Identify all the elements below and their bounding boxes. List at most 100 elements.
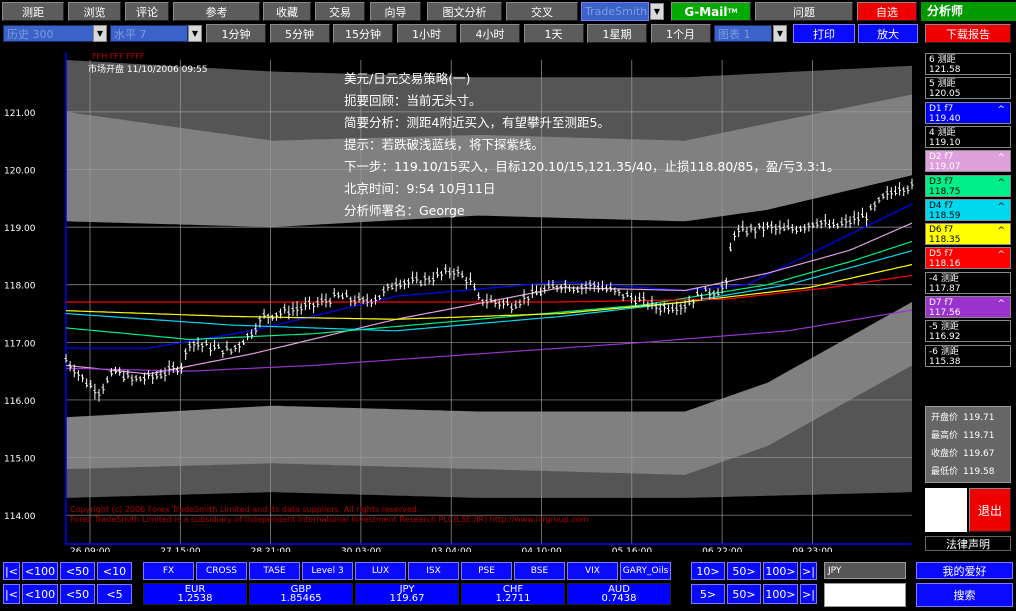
zoom-button[interactable]: 放大 <box>858 24 918 43</box>
level-value: 117.56 <box>929 308 961 318</box>
chevron-down-icon[interactable]: ▼ <box>188 25 202 42</box>
nav-button[interactable]: 10> <box>691 562 725 580</box>
quote-value: 1.85465 <box>280 593 322 604</box>
symbol-field[interactable]: JPY <box>824 562 906 579</box>
quote-cell[interactable]: CHF 1.2711 <box>461 583 565 605</box>
caret-up-icon: ^ <box>997 104 1005 115</box>
level-name: D3 f7 <box>929 176 954 187</box>
strategy-annotation: 分析师署名：George <box>344 203 465 218</box>
questions-button[interactable]: 问题 <box>755 2 853 21</box>
nav-button[interactable]: |< <box>3 584 20 604</box>
exit-button[interactable]: 退出 <box>969 488 1011 532</box>
nav-button[interactable]: 5> <box>691 584 725 604</box>
toolbar-button[interactable]: 参考 <box>173 2 260 21</box>
level-name: D2 f7 <box>929 152 954 163</box>
toolbar-button[interactable]: 收藏 <box>263 2 311 21</box>
nav-button[interactable]: <10 <box>97 562 132 580</box>
level-select[interactable]: 水平 7 <box>110 25 188 42</box>
nav-button[interactable]: <50 <box>60 584 95 604</box>
chevron-down-icon[interactable]: ▼ <box>650 3 664 20</box>
timeframe-button[interactable]: 1小时 <box>396 24 457 43</box>
level-box: 6 测距 121.58 <box>925 53 1011 75</box>
custom-button[interactable]: 自选 <box>857 2 917 21</box>
level-name: D1 f7 <box>929 103 954 114</box>
timeframe-button[interactable]: 1天 <box>523 24 584 43</box>
toolbar-button[interactable]: 测距 <box>2 2 64 21</box>
nav-button[interactable]: >| <box>800 562 817 580</box>
level-box: D5 f7 118.16 ^ <box>925 247 1011 270</box>
price-info-value: 119.58 <box>963 467 995 477</box>
timeframe-button[interactable]: 15分钟 <box>333 24 393 43</box>
gmail-button[interactable]: G-Mail TM <box>671 2 751 21</box>
level-value: 115.38 <box>929 356 961 367</box>
market-tab[interactable]: FX <box>143 562 194 580</box>
market-tab[interactable]: VIX <box>567 562 618 580</box>
nav-button[interactable]: <100 <box>22 584 58 604</box>
level-name: 4 测距 <box>929 127 956 138</box>
y-tick-label: 117.00 <box>4 339 36 349</box>
toolbar-button[interactable]: 交易 <box>315 2 365 21</box>
level-value: 118.16 <box>929 259 961 270</box>
timeframe-button[interactable]: 5分钟 <box>269 24 330 43</box>
market-tab[interactable]: LUX <box>355 562 406 580</box>
toolbar-button[interactable]: 评论 <box>125 2 169 21</box>
x-tick-label: 05 16:00 <box>612 547 653 552</box>
toolbar-button[interactable]: 向导 <box>370 2 421 21</box>
timeframe-button[interactable]: 1个月 <box>650 24 711 43</box>
nav-button[interactable]: 100> <box>763 562 798 580</box>
level-box: D7 f7 117.56 ^ <box>925 296 1011 318</box>
chevron-down-icon[interactable]: ▼ <box>773 25 787 42</box>
price-info-row: 最低价 119.58 <box>931 463 1005 481</box>
search-field[interactable] <box>824 583 906 607</box>
nav-button[interactable]: |< <box>3 562 20 580</box>
toolbar-button[interactable]: 交叉 <box>506 2 578 21</box>
search-button[interactable]: 搜索 <box>916 583 1013 607</box>
toolbar-button[interactable]: 图文分析 <box>427 2 502 21</box>
level-value: 118.59 <box>929 210 961 221</box>
chart-select[interactable]: 图表 1 <box>714 25 772 42</box>
price-info-label: 收盘价 <box>931 449 959 459</box>
market-tab[interactable]: BSE <box>514 562 565 580</box>
market-tab[interactable]: PSE <box>461 562 512 580</box>
history-select[interactable]: 历史 300 <box>3 25 95 42</box>
x-tick-label: 28 21:00 <box>251 547 292 552</box>
timeframe-button[interactable]: 4小时 <box>460 24 520 43</box>
price-info-value: 119.71 <box>963 431 995 441</box>
download-report-button[interactable]: 下载报告 <box>925 24 1011 43</box>
quote-cell[interactable]: AUD 0.7438 <box>567 583 671 605</box>
print-button[interactable]: 打印 <box>793 24 855 43</box>
level-box: D4 f7 118.59 ^ <box>925 198 1011 221</box>
nav-button[interactable]: <100 <box>22 562 58 580</box>
quote-cell[interactable]: EUR 1.2538 <box>143 583 247 605</box>
toolbar-button[interactable]: 浏览 <box>68 2 121 21</box>
price-info-value: 119.71 <box>963 413 995 423</box>
market-tab[interactable]: TASE <box>249 562 300 580</box>
quote-cell[interactable]: GBP 1.85465 <box>249 583 353 605</box>
favorites-button[interactable]: 我的爱好 <box>916 562 1013 579</box>
analyst-label: 分析师 <box>921 2 1016 21</box>
nav-button[interactable]: 50> <box>727 584 761 604</box>
quote-value: 1.2538 <box>177 593 213 604</box>
y-tick-label: 119.00 <box>4 224 36 234</box>
legal-notice-button[interactable]: 法律声明 <box>925 536 1011 551</box>
copyright-line-1: Copyright (c) 2006 Forex TradeSmith Limi… <box>70 505 420 514</box>
level-value: 121.58 <box>929 65 961 75</box>
price-info-value: 119.67 <box>963 449 995 459</box>
quote-cell[interactable]: JPY 119.67 <box>355 583 459 605</box>
nav-button[interactable]: <5 <box>97 584 132 604</box>
timeframe-button[interactable]: 1星期 <box>587 24 647 43</box>
market-tab[interactable]: GARY_Oils <box>620 562 671 580</box>
tradesmith-selector[interactable]: TradeSmith <box>581 2 649 21</box>
market-tab[interactable]: ISX <box>408 562 459 580</box>
market-tab[interactable]: CROSS <box>196 562 247 580</box>
nav-button[interactable]: >| <box>800 584 817 604</box>
nav-button[interactable]: 100> <box>763 584 798 604</box>
chevron-down-icon[interactable]: ▼ <box>93 25 107 42</box>
caret-up-icon: ^ <box>997 177 1005 188</box>
market-tab[interactable]: Level 3 <box>302 562 353 580</box>
price-info-label: 开盘价 <box>931 413 959 423</box>
nav-button[interactable]: <50 <box>60 562 95 580</box>
nav-button[interactable]: 50> <box>727 562 761 580</box>
y-tick-label: 114.00 <box>4 512 36 522</box>
timeframe-button[interactable]: 1分钟 <box>206 24 266 43</box>
